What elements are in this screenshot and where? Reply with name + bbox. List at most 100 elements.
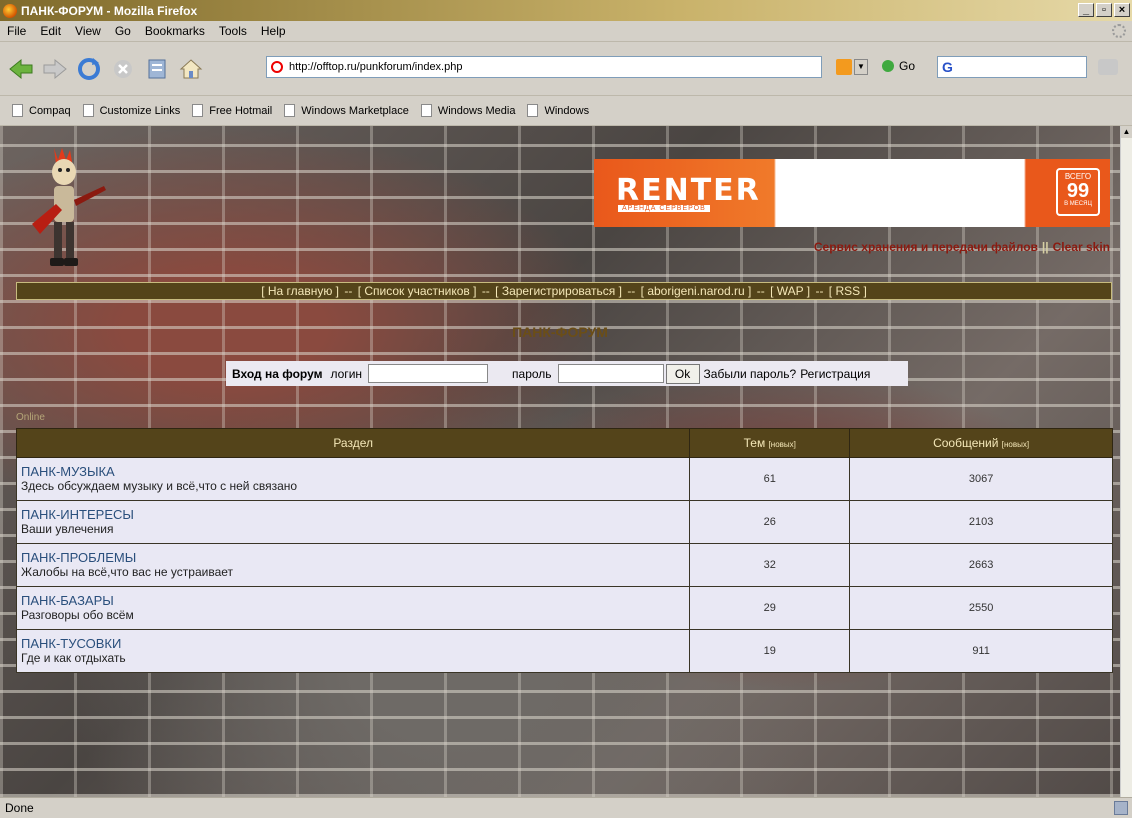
- column-topics: Тем [новых]: [689, 428, 851, 458]
- file-service-link[interactable]: Сервис хранения и передачи файлов: [814, 240, 1038, 254]
- resize-grip-icon[interactable]: [1114, 801, 1128, 815]
- section-link-punk-parties[interactable]: ПАНК-ТУСОВКИ: [21, 636, 688, 651]
- scroll-up-arrow-icon[interactable]: ▲: [1121, 126, 1132, 138]
- separator: --: [344, 284, 353, 298]
- nav-home-link[interactable]: [ На главную ]: [261, 284, 339, 298]
- section-link-punk-music[interactable]: ПАНК-МУЗЫКА: [21, 464, 688, 479]
- renter-subtitle: АРЕНДА СЕРВЕРОВ: [618, 205, 710, 212]
- nav-aborigeni-link[interactable]: [ aborigeni.narod.ru ]: [641, 284, 752, 298]
- bookmark-label: Windows Marketplace: [301, 104, 409, 117]
- menu-file[interactable]: File: [0, 24, 33, 38]
- separator: --: [756, 284, 765, 298]
- go-button[interactable]: Go: [882, 59, 915, 73]
- table-row: ПАНК-ИНТЕРЕСЫ Ваши увлечения 26 2103: [15, 500, 1113, 544]
- section-description: Здесь обсуждаем музыку и всё,что с ней с…: [21, 479, 298, 493]
- address-dropdown-button[interactable]: ▼: [854, 59, 868, 75]
- clear-skin-link[interactable]: Clear skin: [1053, 240, 1110, 254]
- messages-count: 2103: [849, 500, 1113, 544]
- google-logo-icon: G: [942, 59, 953, 75]
- status-bar: Done: [0, 797, 1132, 818]
- price-value: 99: [1066, 180, 1090, 202]
- address-url: http://offtop.ru/punkforum/index.php: [289, 61, 463, 73]
- menu-edit[interactable]: Edit: [33, 24, 68, 38]
- bookmark-label: Compaq: [29, 104, 71, 117]
- history-button[interactable]: [144, 56, 170, 82]
- new-label: [новых]: [768, 440, 796, 449]
- section-description: Ваши увлечения: [21, 522, 114, 536]
- page-icon: [284, 104, 296, 117]
- section-cell: ПАНК-МУЗЫКА Здесь обсуждаем музыку и всё,…: [15, 457, 691, 501]
- punk-mascot-image: [32, 148, 106, 266]
- nav-register-link[interactable]: [ Зарегистрироваться ]: [495, 284, 622, 298]
- separator: --: [815, 284, 824, 298]
- forgot-password-link[interactable]: Забыли пароль?: [704, 367, 797, 381]
- bookmark-compaq[interactable]: Compaq: [12, 104, 71, 117]
- stop-icon: [114, 59, 132, 78]
- close-button[interactable]: ×: [1114, 3, 1130, 17]
- column-topics-label: Тем: [743, 436, 766, 450]
- column-messages: Сообщений [новых]: [849, 428, 1113, 458]
- messages-count: 3067: [849, 457, 1113, 501]
- menu-bookmarks[interactable]: Bookmarks: [138, 24, 212, 38]
- menu-go[interactable]: Go: [108, 24, 138, 38]
- minimize-button[interactable]: _: [1078, 3, 1094, 17]
- password-input[interactable]: [557, 364, 664, 383]
- section-link-punk-interests[interactable]: ПАНК-ИНТЕРЕСЫ: [21, 507, 688, 522]
- forum-nav-bar: [ На главную ] -- [ Список участников ] …: [16, 282, 1112, 300]
- address-bar[interactable]: http://offtop.ru/punkforum/index.php: [266, 56, 822, 78]
- table-row: ПАНК-ТУСОВКИ Где и как отдыхать 19 911: [15, 629, 1113, 673]
- bookmark-windows-media[interactable]: Windows Media: [420, 104, 515, 117]
- bookmarks-toolbar: Compaq Customize Links Free Hotmail Wind…: [0, 96, 1132, 126]
- stop-button[interactable]: [110, 56, 136, 82]
- maximize-button[interactable]: ▫: [1096, 3, 1112, 17]
- home-button[interactable]: [178, 56, 204, 82]
- forward-button[interactable]: [42, 56, 68, 82]
- section-link-punk-problems[interactable]: ПАНК-ПРОБЛЕМЫ: [21, 550, 688, 565]
- throbber-icon: [1112, 24, 1126, 38]
- topics-count: 32: [689, 543, 851, 587]
- back-button[interactable]: [8, 56, 34, 82]
- window-controls: _ ▫ ×: [1078, 3, 1130, 17]
- new-label: [новых]: [1001, 440, 1030, 449]
- section-description: Где и как отдыхать: [21, 651, 126, 665]
- firefox-icon: [3, 3, 17, 18]
- menu-tools[interactable]: Tools: [212, 24, 254, 38]
- menu-view[interactable]: View: [68, 24, 108, 38]
- window-title: ПАНК-ФОРУМ - Mozilla Firefox: [21, 3, 198, 18]
- column-messages-label: Сообщений: [933, 436, 999, 450]
- forum-title: ПАНК-ФОРУМ: [512, 324, 608, 340]
- page-viewport: RENTER АРЕНДА СЕРВЕРОВ ВСЕГО 99 В МЕСЯЦ …: [0, 126, 1120, 797]
- bookmark-windows-marketplace[interactable]: Windows Marketplace: [284, 104, 409, 117]
- separator: --: [481, 284, 490, 298]
- register-link[interactable]: Регистрация: [800, 367, 870, 381]
- page-icon: [420, 104, 432, 117]
- messages-count: 911: [849, 629, 1113, 673]
- page-icon: [192, 104, 204, 117]
- bookmark-label: Windows: [544, 104, 590, 117]
- bookmark-customize-links[interactable]: Customize Links: [82, 104, 180, 117]
- price-badge: ВСЕГО 99 В МЕСЯЦ: [1056, 168, 1100, 216]
- topics-count: 26: [689, 500, 851, 544]
- menu-bar: File Edit View Go Bookmarks Tools Help: [0, 21, 1132, 42]
- bookmark-free-hotmail[interactable]: Free Hotmail: [192, 104, 272, 117]
- table-row: ПАНК-БАЗАРЫ Разговоры обо всём 29 2550: [15, 586, 1113, 630]
- online-label: Online: [16, 412, 45, 423]
- google-search-box[interactable]: G: [937, 56, 1087, 78]
- page-status-icon: [271, 61, 283, 73]
- reload-button[interactable]: [76, 56, 102, 82]
- section-cell: ПАНК-ТУСОВКИ Где и как отдыхать: [15, 629, 691, 673]
- vertical-scrollbar[interactable]: ▲: [1120, 126, 1132, 797]
- section-link-punk-bazaars[interactable]: ПАНК-БАЗАРЫ: [21, 593, 688, 608]
- topics-count: 19: [689, 629, 851, 673]
- rss-feed-icon[interactable]: [836, 59, 852, 75]
- login-ok-button[interactable]: Ok: [665, 363, 700, 384]
- camera-icon[interactable]: [1098, 59, 1118, 75]
- nav-members-link[interactable]: [ Список участников ]: [358, 284, 477, 298]
- renter-ad-banner[interactable]: RENTER АРЕНДА СЕРВЕРОВ ВСЕГО 99 В МЕСЯЦ: [594, 159, 1110, 227]
- login-input[interactable]: [368, 364, 489, 383]
- nav-wap-link[interactable]: [ WAP ]: [770, 284, 810, 298]
- column-section-label: Раздел: [333, 436, 373, 450]
- menu-help[interactable]: Help: [254, 24, 293, 38]
- bookmark-windows[interactable]: Windows: [527, 104, 589, 117]
- nav-rss-link[interactable]: [ RSS ]: [829, 284, 867, 298]
